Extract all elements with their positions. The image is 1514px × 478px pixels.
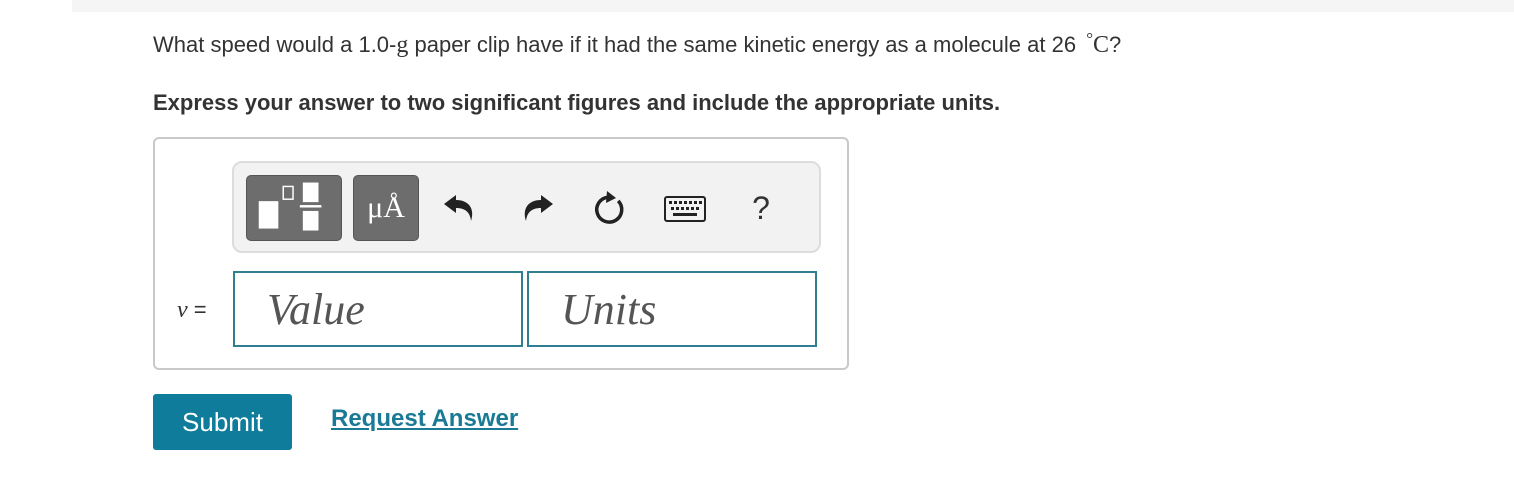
variable-label: v = [177, 297, 207, 324]
instruction-text: Express your answer to two significant f… [153, 90, 1001, 115]
units-button-label: μÅ [367, 191, 405, 224]
request-answer-link[interactable]: Request Answer [331, 405, 518, 433]
redo-button[interactable] [517, 187, 557, 229]
keyboard-icon [664, 196, 706, 222]
unit-celsius: C [1093, 32, 1110, 58]
variable-symbol: v [177, 297, 188, 323]
question-part: What speed would a 1.0- [153, 32, 397, 57]
question-mark: ? [1109, 32, 1122, 57]
keyboard-button[interactable] [664, 193, 706, 225]
units-button[interactable]: μÅ [353, 175, 419, 241]
question-part: paper clip have if it had the same kinet… [408, 32, 1083, 57]
templates-icon [258, 182, 322, 231]
submit-button[interactable]: Submit [153, 394, 292, 450]
equals-sign: = [187, 297, 207, 322]
degree-symbol: ° [1086, 29, 1094, 48]
undo-icon [444, 195, 473, 221]
question-text: What speed would a 1.0-g paper clip have… [153, 29, 1122, 59]
top-bar [72, 0, 1514, 12]
help-icon: ? [752, 189, 770, 226]
help-button[interactable]: ? [744, 187, 778, 229]
templates-button[interactable] [246, 175, 342, 241]
math-toolbar: μÅ ? [232, 161, 821, 253]
value-input[interactable] [233, 271, 523, 347]
redo-icon [524, 195, 553, 221]
reset-icon [595, 191, 624, 224]
unit-g: g [396, 32, 409, 58]
reset-button[interactable] [590, 187, 630, 229]
undo-button[interactable] [440, 187, 480, 229]
answer-box: μÅ ? v = Value Units [153, 137, 849, 370]
units-input[interactable] [527, 271, 817, 347]
